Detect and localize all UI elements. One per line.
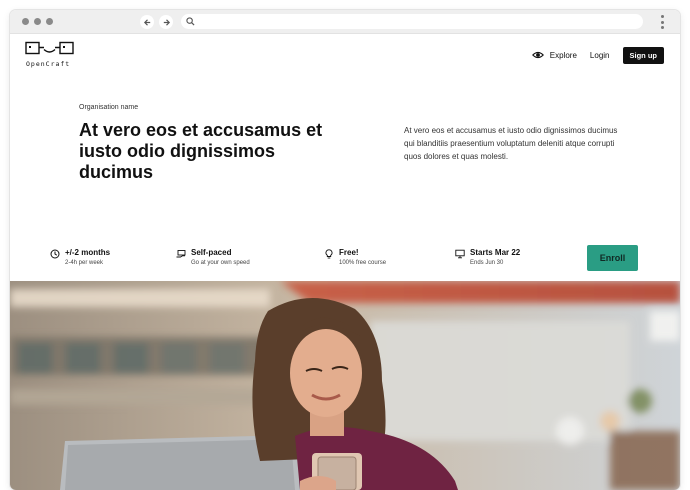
- woman-with-laptop-photo: [10, 281, 680, 490]
- browser-toolbar: [10, 10, 680, 34]
- monitor-icon: [455, 249, 465, 259]
- window-maximize-dot[interactable]: [46, 18, 53, 25]
- explore-link[interactable]: Explore: [550, 51, 577, 60]
- hero-photo: [10, 281, 680, 490]
- back-button[interactable]: [140, 15, 154, 29]
- course-title: At vero eos et accusamus et iusto odio d…: [79, 120, 323, 182]
- signup-button[interactable]: Sign up: [622, 46, 664, 64]
- search-icon: [186, 17, 195, 26]
- duration-subtitle: 2-4h per week: [65, 260, 104, 266]
- lightbulb-icon: [325, 249, 333, 259]
- opencraft-logo[interactable]: OpenCraft: [25, 41, 77, 71]
- dates-subtitle: Ends Jun 30: [470, 260, 504, 266]
- price-info: Free! 100% free course: [324, 248, 386, 268]
- login-link[interactable]: Login: [590, 51, 610, 60]
- pace-info: Self-paced Go at your own speed: [176, 248, 250, 268]
- logo-wordmark: OpenCraft: [26, 60, 71, 68]
- dates-title: Starts Mar 22: [470, 248, 521, 257]
- dates-info: Starts Mar 22 Ends Jun 30: [455, 248, 520, 268]
- organisation-name: Organisation name: [79, 104, 139, 111]
- browser-menu-button[interactable]: [660, 15, 664, 29]
- top-navigation: Explore Login Sign up: [531, 46, 664, 64]
- course-description: At vero eos et accusamus et iusto odio d…: [404, 126, 618, 161]
- browser-window: OpenCraft Explore Login Sign up Organisa…: [10, 10, 680, 490]
- duration-info: +/-2 months 2-4h per week: [50, 248, 110, 268]
- pace-subtitle: Go at your own speed: [191, 260, 250, 266]
- enroll-button[interactable]: Enroll: [587, 245, 638, 271]
- address-bar[interactable]: [181, 14, 643, 29]
- price-subtitle: 100% free course: [339, 260, 387, 266]
- duration-title: +/-2 months: [65, 248, 111, 257]
- price-title: Free!: [339, 248, 359, 257]
- arrow-left-icon: [143, 18, 150, 26]
- eye-icon: [531, 51, 544, 59]
- arrow-right-icon: [163, 18, 170, 26]
- window-close-dot[interactable]: [22, 18, 29, 25]
- glasses-logo-icon: [25, 41, 74, 55]
- window-minimize-dot[interactable]: [34, 18, 41, 25]
- laptop-hand-icon: [176, 250, 186, 258]
- clock-icon: [50, 249, 60, 259]
- forward-button[interactable]: [159, 15, 173, 29]
- pace-title: Self-paced: [191, 248, 232, 257]
